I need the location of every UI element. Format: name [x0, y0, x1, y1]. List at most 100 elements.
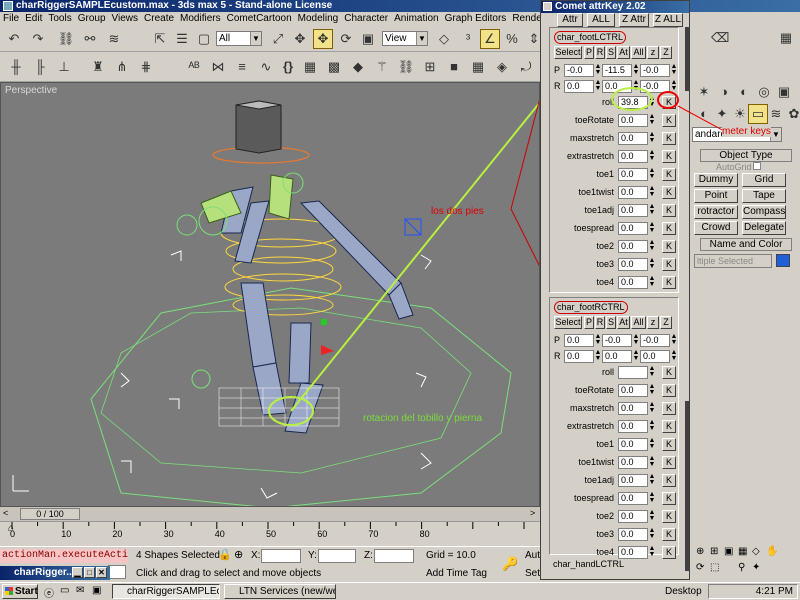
- spinner-arrows-icon[interactable]: ▲ ▼: [648, 257, 656, 271]
- spinner-arrows-icon[interactable]: ▲ ▼: [648, 491, 656, 505]
- helper-button-grid[interactable]: Grid: [742, 173, 786, 187]
- zoom-all-icon[interactable]: ⊞: [710, 546, 718, 557]
- track-bar[interactable]: ⌂ 0 10 20 30 40 50 60 70 80: [0, 521, 540, 546]
- set-key-button-toe3[interactable]: K: [662, 258, 676, 271]
- param-spinner-maxstretch[interactable]: 0.0: [618, 132, 648, 145]
- unlink-icon[interactable]: ⚯: [80, 29, 100, 49]
- close-icon[interactable]: ✕: [96, 567, 107, 578]
- reference-coord-dropdown[interactable]: View ▼: [382, 31, 428, 46]
- helper-button-point[interactable]: Point: [694, 189, 738, 203]
- wand-icon[interactable]: ⚚: [372, 57, 392, 77]
- desktop-toolbar-label[interactable]: Desktop: [665, 586, 702, 597]
- transform-mode-icon[interactable]: ⊕: [234, 548, 243, 562]
- motion-tab-icon[interactable]: ◎: [754, 82, 774, 102]
- wire-tool-icon[interactable]: ∿: [256, 57, 276, 77]
- menu-item-character[interactable]: Character: [341, 12, 391, 26]
- spinner-arrows-icon[interactable]: ▲ ▼: [648, 239, 656, 253]
- spinner-arrows-icon[interactable]: ▲ ▼: [632, 333, 640, 347]
- lock-selection-icon[interactable]: 🔒: [218, 548, 232, 562]
- spinner-arrows-icon[interactable]: ▲ ▼: [670, 349, 678, 363]
- menu-item-group[interactable]: Group: [75, 12, 109, 26]
- select-move-icon[interactable]: ⤢: [268, 29, 288, 49]
- set-key-button-toe1adj[interactable]: K: [662, 474, 676, 487]
- attrkey-scrollbar-thumb-top[interactable]: [685, 27, 689, 91]
- perspective-viewport[interactable]: Perspective los dos pies rotacion del to…: [0, 82, 540, 507]
- ab-tool-icon[interactable]: ᴬᴮ: [184, 57, 204, 77]
- group-button-p[interactable]: P: [584, 316, 594, 329]
- object-color-swatch[interactable]: [776, 254, 790, 267]
- group-button-z[interactable]: z: [647, 316, 659, 329]
- checker-small-icon[interactable]: ▦: [468, 57, 488, 77]
- select-and-move-icon[interactable]: ✥: [313, 29, 333, 49]
- position-spinner[interactable]: -0.0: [564, 64, 594, 77]
- param-spinner-toespread[interactable]: 0.0: [618, 492, 648, 505]
- checker-icon[interactable]: ▦: [300, 57, 320, 77]
- ik-chain-icon[interactable]: ⊥: [54, 57, 74, 77]
- helpers-icon[interactable]: ▭: [748, 104, 768, 124]
- rotation-spinner[interactable]: 0.0: [564, 80, 594, 93]
- taskbar-item-ltn[interactable]: LTN Services (new/web....: [224, 584, 336, 599]
- key-icon[interactable]: 🔑: [502, 557, 518, 571]
- modify-tab-icon[interactable]: ◑: [714, 82, 734, 102]
- group-button-z[interactable]: Z: [660, 46, 672, 59]
- group-button-at[interactable]: At: [617, 316, 630, 329]
- group-button-select[interactable]: Select: [554, 316, 582, 329]
- menu-item-graph-editors[interactable]: Graph Editors: [442, 12, 510, 26]
- helper-button-crowd[interactable]: Crowd: [694, 221, 738, 235]
- attrkey-scrollbar-thumb[interactable]: [685, 401, 689, 571]
- set-key-button-toe1[interactable]: K: [662, 168, 676, 181]
- group-button-z[interactable]: z: [647, 46, 659, 59]
- group-name[interactable]: char_footRCTRL: [554, 301, 628, 314]
- set-key-button-toe2[interactable]: K: [662, 240, 676, 253]
- set-key-button-maxstretch[interactable]: K: [662, 402, 676, 415]
- orbit-icon[interactable]: ✦: [752, 562, 760, 573]
- maximize-icon[interactable]: □: [84, 567, 95, 578]
- spinner-arrows-icon[interactable]: ▲ ▼: [648, 401, 656, 415]
- spinner-arrows-icon[interactable]: ▲ ▼: [648, 419, 656, 433]
- group-button-r[interactable]: R: [595, 316, 605, 329]
- param-spinner-toe1twist[interactable]: 0.0: [618, 456, 648, 469]
- align-tool-icon[interactable]: ≡: [232, 57, 252, 77]
- systems-icon[interactable]: ✿: [784, 104, 800, 124]
- pivot-center-icon[interactable]: ◇: [434, 29, 454, 49]
- create-tab-icon[interactable]: ✶: [694, 82, 714, 102]
- param-spinner-toe1twist[interactable]: 0.0: [618, 186, 648, 199]
- outlook-quicklaunch-icon[interactable]: ✉: [76, 585, 84, 596]
- curly-braces-icon[interactable]: {}: [278, 57, 298, 77]
- helper-button-tape[interactable]: Tape: [742, 189, 786, 203]
- helper-button-compass[interactable]: Compass: [742, 205, 786, 219]
- blue-square-icon[interactable]: ■: [444, 57, 464, 77]
- param-spinner-toe2[interactable]: 0.0: [618, 240, 648, 253]
- add-time-tag[interactable]: Add Time Tag: [426, 567, 487, 581]
- material-icon[interactable]: ▩: [324, 57, 344, 77]
- set-key-button-extrastretch[interactable]: K: [662, 420, 676, 433]
- group-button-all[interactable]: All: [631, 316, 646, 329]
- group-button-s[interactable]: S: [606, 46, 616, 59]
- shape-icon[interactable]: ◆: [348, 57, 368, 77]
- param-spinner-toe4[interactable]: 0.0: [618, 546, 648, 559]
- next-frame-icon[interactable]: >: [530, 508, 535, 518]
- menu-item-edit[interactable]: Edit: [22, 12, 45, 26]
- checker-flag-icon[interactable]: ▦: [776, 28, 796, 48]
- rig-tool-2-icon[interactable]: ⋕: [136, 57, 156, 77]
- helper-button-delegate[interactable]: Delegate: [742, 221, 786, 235]
- menu-item-modifiers[interactable]: Modifiers: [177, 12, 224, 26]
- clock[interactable]: 4:21 PM: [756, 586, 793, 597]
- zoom-extents-icon[interactable]: ▣: [724, 546, 733, 557]
- select-object-icon[interactable]: ⇱: [150, 29, 170, 49]
- attrkey-tab-all[interactable]: ALL: [587, 13, 615, 27]
- rotation-spinner[interactable]: 0.0: [640, 350, 670, 363]
- spinner-arrows-icon[interactable]: ▲ ▼: [648, 203, 656, 217]
- spinner-arrows-icon[interactable]: ▲ ▼: [648, 473, 656, 487]
- spinner-arrows-icon[interactable]: ▲ ▼: [648, 221, 656, 235]
- angle-snap-icon[interactable]: ∠: [480, 29, 500, 49]
- param-spinner-toe1[interactable]: 0.0: [618, 168, 648, 181]
- redo-icon[interactable]: ↷: [28, 29, 48, 49]
- set-key-button-toe1twist[interactable]: K: [662, 456, 676, 469]
- set-key-button-toe4[interactable]: K: [662, 276, 676, 289]
- link-icon[interactable]: ⛓: [56, 29, 76, 49]
- spinner-arrows-icon[interactable]: ▲ ▼: [648, 455, 656, 469]
- param-spinner-toerotate[interactable]: 0.0: [618, 114, 648, 127]
- bind-space-warp-icon[interactable]: ≋: [104, 29, 124, 49]
- attrkey-tab-z-attr[interactable]: Z Attr: [619, 13, 649, 27]
